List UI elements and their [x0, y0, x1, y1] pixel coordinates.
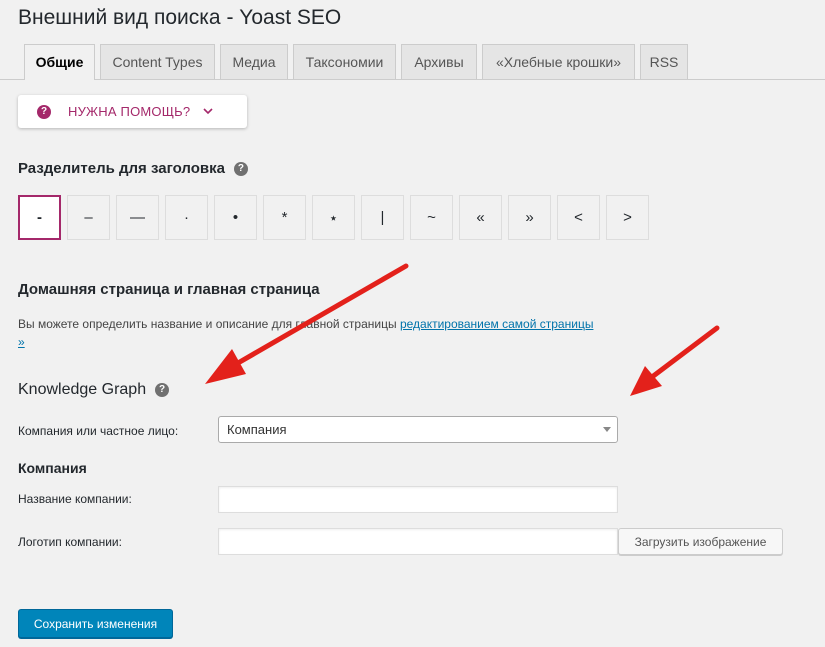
entity-type-select[interactable]: Компания [218, 416, 618, 443]
tab-taxonomies[interactable]: Таксономии [293, 44, 396, 79]
chevron-down-icon [203, 107, 213, 117]
tab-rss[interactable]: RSS [640, 44, 688, 79]
entity-type-value: Компания [227, 422, 287, 437]
separator-option-raquo[interactable]: » [508, 195, 551, 240]
company-logo-label: Логотип компании: [18, 535, 122, 549]
need-help-label: НУЖНА ПОМОЩЬ? [68, 104, 191, 119]
save-changes-button[interactable]: Сохранить изменения [18, 609, 173, 638]
tab-general[interactable]: Общие [24, 44, 95, 80]
separator-heading: Разделитель для заголовка? [18, 160, 248, 177]
separator-option-greater-than[interactable]: > [606, 195, 649, 240]
separator-option-em-dash[interactable]: — [116, 195, 159, 240]
separator-option-less-than[interactable]: < [557, 195, 600, 240]
tab-media[interactable]: Медиа [220, 44, 288, 79]
annotation-arrow [630, 325, 720, 396]
homepage-description-text: Вы можете определить название и описание… [18, 317, 400, 331]
company-logo-input[interactable] [218, 528, 618, 555]
tab-archives[interactable]: Архивы [401, 44, 477, 79]
separator-option-bullet[interactable]: • [214, 195, 257, 240]
upload-image-button[interactable]: Загрузить изображение [618, 528, 783, 555]
need-help-button[interactable]: ? НУЖНА ПОМОЩЬ? [18, 95, 247, 128]
tab-content-types[interactable]: Content Types [100, 44, 215, 79]
help-icon[interactable]: ? [233, 162, 248, 177]
separator-option-pipe[interactable]: | [361, 195, 404, 240]
company-name-input[interactable] [218, 486, 618, 513]
entity-type-label: Компания или частное лицо: [18, 424, 179, 438]
homepage-heading: Домашняя страница и главная страница [18, 281, 320, 298]
separator-option-en-dash[interactable]: – [67, 195, 110, 240]
homepage-description: Вы можете определить название и описание… [18, 315, 598, 351]
question-icon: ? [37, 104, 51, 119]
separator-option-middot[interactable]: · [165, 195, 208, 240]
separator-option-hyphen[interactable]: - [18, 195, 61, 240]
separator-option-laquo[interactable]: « [459, 195, 502, 240]
dropdown-arrow-icon [603, 427, 611, 432]
company-name-label: Название компании: [18, 492, 132, 506]
separator-heading-text: Разделитель для заголовка [18, 160, 225, 177]
knowledge-graph-heading-text: Knowledge Graph [18, 381, 147, 398]
separator-option-tilde[interactable]: ~ [410, 195, 453, 240]
separator-option-star[interactable]: ⋆ [312, 195, 355, 240]
tab-bar: Общие Content Types Медиа Таксономии Арх… [0, 44, 825, 80]
company-heading: Компания [18, 460, 87, 476]
help-icon[interactable]: ? [155, 382, 170, 397]
tab-breadcrumbs[interactable]: «Хлебные крошки» [482, 44, 635, 79]
separator-option-asterisk[interactable]: * [263, 195, 306, 240]
knowledge-graph-heading: Knowledge Graph? [18, 381, 170, 399]
page-title: Внешний вид поиска - Yoast SEO [18, 6, 342, 29]
